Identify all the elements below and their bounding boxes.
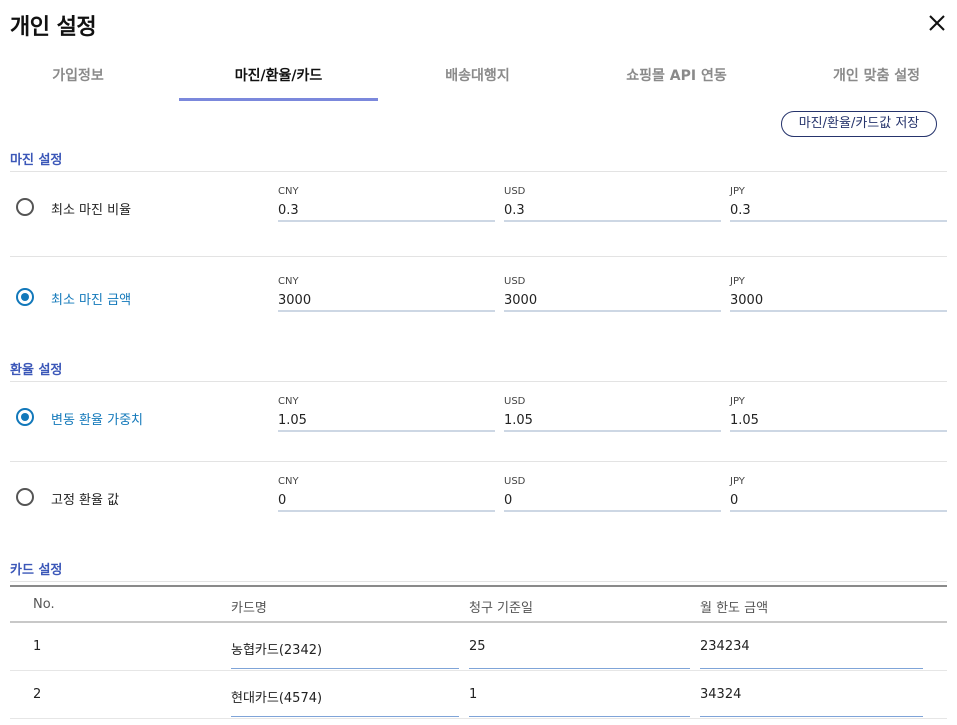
divider (10, 461, 947, 462)
divider (10, 581, 947, 582)
variable-rate-cny-input[interactable] (278, 410, 495, 432)
row-1-limit-underline (700, 668, 923, 669)
row-2-monthly-limit[interactable]: 34324 (700, 687, 741, 702)
close-icon[interactable] (924, 10, 950, 36)
currency-label: CNY (278, 396, 299, 407)
radio-min-margin-amount[interactable] (16, 288, 34, 306)
margin-ratio-cny: CNY (278, 186, 495, 230)
margin-amount-cny: CNY (278, 276, 495, 320)
min-margin-ratio-label: 최소 마진 비율 (51, 203, 132, 218)
variable-rate-jpy: JPY (730, 396, 947, 440)
divider (10, 256, 947, 257)
row-1-no: 1 (33, 639, 42, 654)
card-section-title: 카드 설정 (10, 563, 63, 578)
margin-amount-usd-input[interactable] (504, 290, 721, 312)
column-header-card-name: 카드명 (231, 601, 267, 616)
radio-fixed-rate[interactable] (16, 488, 34, 506)
divider (10, 381, 947, 382)
variable-rate-usd: USD (504, 396, 721, 440)
tab-account-info[interactable]: 가입정보 (0, 56, 156, 100)
fixed-rate-usd-input[interactable] (504, 490, 721, 512)
row-1-billing-day[interactable]: 25 (469, 639, 486, 654)
row-1-card-name[interactable]: 농협카드(2342) (231, 639, 322, 658)
currency-label: JPY (730, 186, 745, 197)
currency-label: CNY (278, 476, 299, 487)
margin-ratio-usd: USD (504, 186, 721, 230)
row-1-monthly-limit[interactable]: 234234 (700, 639, 750, 654)
table-top-border (10, 585, 947, 587)
table-header-border (10, 621, 947, 623)
currency-label: USD (504, 476, 526, 487)
fixed-rate-label: 고정 환율 값 (51, 493, 120, 508)
currency-label: JPY (730, 476, 745, 487)
margin-ratio-jpy: JPY (730, 186, 947, 230)
row-2-billing-day[interactable]: 1 (469, 687, 477, 702)
radio-min-margin-ratio[interactable] (16, 198, 34, 216)
variable-rate-weight-label: 변동 환율 가중치 (51, 413, 143, 428)
row-2-no: 2 (33, 687, 42, 702)
margin-ratio-usd-input[interactable] (504, 200, 721, 222)
currency-label: CNY (278, 186, 299, 197)
dialog-title: 개인 설정 (10, 15, 97, 40)
margin-amount-jpy: JPY (730, 276, 947, 320)
margin-amount-usd: USD (504, 276, 721, 320)
divider (10, 171, 947, 172)
exchange-section-title: 환율 설정 (10, 363, 63, 378)
row-2-card-name[interactable]: 현대카드(4574) (231, 687, 322, 706)
tab-personal-custom[interactable]: 개인 맞춤 설정 (776, 56, 957, 100)
currency-label: JPY (730, 396, 745, 407)
margin-section-title: 마진 설정 (10, 153, 63, 168)
currency-label: USD (504, 396, 526, 407)
fixed-rate-cny: CNY (278, 476, 495, 520)
row-2-billing-day-underline (469, 716, 690, 717)
variable-rate-jpy-input[interactable] (730, 410, 947, 432)
save-button[interactable]: 마진/환율/카드값 저장 (781, 111, 937, 137)
table-row-divider (10, 670, 947, 671)
table-row-divider (10, 718, 947, 719)
tab-margin-exchange-card[interactable]: 마진/환율/카드 (179, 56, 378, 100)
column-header-billing-day: 청구 기준일 (469, 601, 533, 616)
fixed-rate-jpy: JPY (730, 476, 947, 520)
row-2-limit-underline (700, 716, 923, 717)
margin-ratio-jpy-input[interactable] (730, 200, 947, 222)
margin-amount-jpy-input[interactable] (730, 290, 947, 312)
column-header-monthly-limit: 월 한도 금액 (700, 601, 769, 616)
tab-shipping-agent[interactable]: 배송대행지 (378, 56, 577, 100)
fixed-rate-jpy-input[interactable] (730, 490, 947, 512)
active-tab-indicator (179, 98, 378, 101)
currency-label: USD (504, 276, 526, 287)
fixed-rate-usd: USD (504, 476, 721, 520)
fixed-rate-cny-input[interactable] (278, 490, 495, 512)
currency-label: USD (504, 186, 526, 197)
row-1-billing-day-underline (469, 668, 690, 669)
row-1-card-name-underline (231, 668, 459, 669)
variable-rate-usd-input[interactable] (504, 410, 721, 432)
variable-rate-cny: CNY (278, 396, 495, 440)
row-2-card-name-underline (231, 716, 459, 717)
column-header-no: No. (33, 597, 55, 612)
min-margin-amount-label: 최소 마진 금액 (51, 293, 132, 308)
currency-label: JPY (730, 276, 745, 287)
margin-ratio-cny-input[interactable] (278, 200, 495, 222)
tab-shop-api[interactable]: 쇼핑몰 API 연동 (577, 56, 776, 100)
tab-bar: 가입정보 마진/환율/카드 배송대행지 쇼핑몰 API 연동 개인 맞춤 설정 (0, 56, 957, 102)
margin-amount-cny-input[interactable] (278, 290, 495, 312)
radio-variable-rate-weight[interactable] (16, 408, 34, 426)
currency-label: CNY (278, 276, 299, 287)
